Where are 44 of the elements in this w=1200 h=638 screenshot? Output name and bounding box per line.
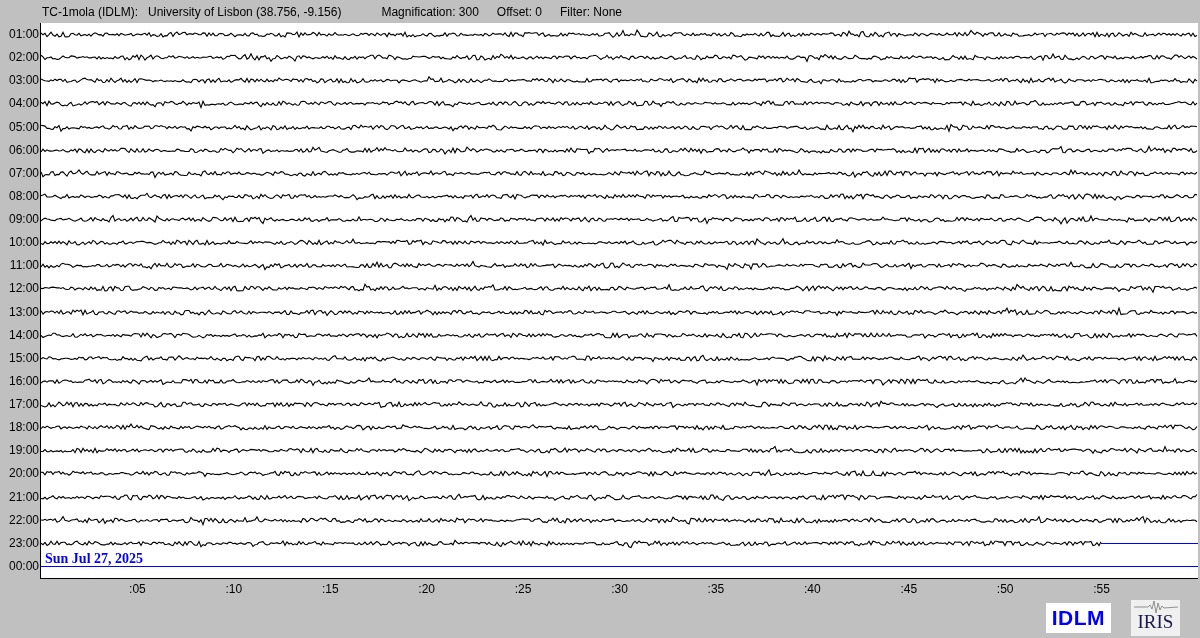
hour-label: 04:00	[7, 95, 40, 113]
hour-label: 16:00	[7, 372, 40, 390]
minute-tick-label: :05	[129, 582, 146, 596]
hour-label: 20:00	[7, 465, 40, 483]
network-logo-text: IRIS	[1137, 612, 1174, 632]
minute-tick-label: :50	[996, 582, 1014, 596]
hour-label: 10:00	[7, 234, 40, 252]
hour-label: 11:00	[8, 257, 40, 275]
minute-tick-label: :30	[611, 582, 628, 596]
minute-tick-label: :40	[804, 582, 821, 596]
minute-tick-label: :20	[418, 582, 435, 596]
hour-label: 01:00	[7, 26, 40, 43]
hour-label: 13:00	[7, 303, 40, 321]
minute-tick-label: :55	[1093, 582, 1110, 596]
minute-tick-label: :35	[707, 582, 725, 596]
hour-label: 17:00	[7, 396, 40, 413]
minute-tick-label: :15	[321, 582, 339, 596]
hour-label: 02:00	[7, 49, 40, 67]
offset-text: Offset: 0	[496, 4, 542, 19]
seismogram-icon	[1133, 600, 1178, 614]
hour-label: 19:00	[7, 442, 40, 460]
minute-tick-label: :10	[225, 582, 243, 596]
hour-label: 21:00	[7, 488, 40, 506]
hour-label: 07:00	[7, 164, 40, 182]
hour-label: 14:00	[7, 326, 40, 344]
magnification-text: Magnification: 300	[381, 4, 479, 19]
hour-label: 22:00	[7, 511, 40, 529]
hour-label: 23:00	[7, 534, 40, 552]
hour-label: 03:00	[7, 72, 40, 90]
station-logo: IDLM	[1045, 603, 1111, 633]
hour-label: 00:00	[7, 557, 40, 575]
minute-tick-label: :45	[900, 582, 918, 596]
hour-label: 08:00	[7, 187, 40, 205]
hour-label: 12:00	[7, 280, 40, 298]
hour-label: 15:00	[7, 349, 40, 367]
filter-text: Filter: None	[560, 4, 623, 19]
date-label: Sun Jul 27, 2025	[44, 550, 145, 566]
hour-label: 09:00	[7, 211, 40, 228]
hour-label: 06:00	[7, 141, 40, 159]
station-location: University of Lisbon (38.756, -9.156)	[148, 4, 342, 19]
hour-label: 05:00	[7, 118, 40, 136]
minute-tick-label: :25	[514, 582, 532, 596]
hour-label: 18:00	[7, 419, 40, 437]
station-name: TC-1mola (IDLM):	[42, 4, 138, 19]
